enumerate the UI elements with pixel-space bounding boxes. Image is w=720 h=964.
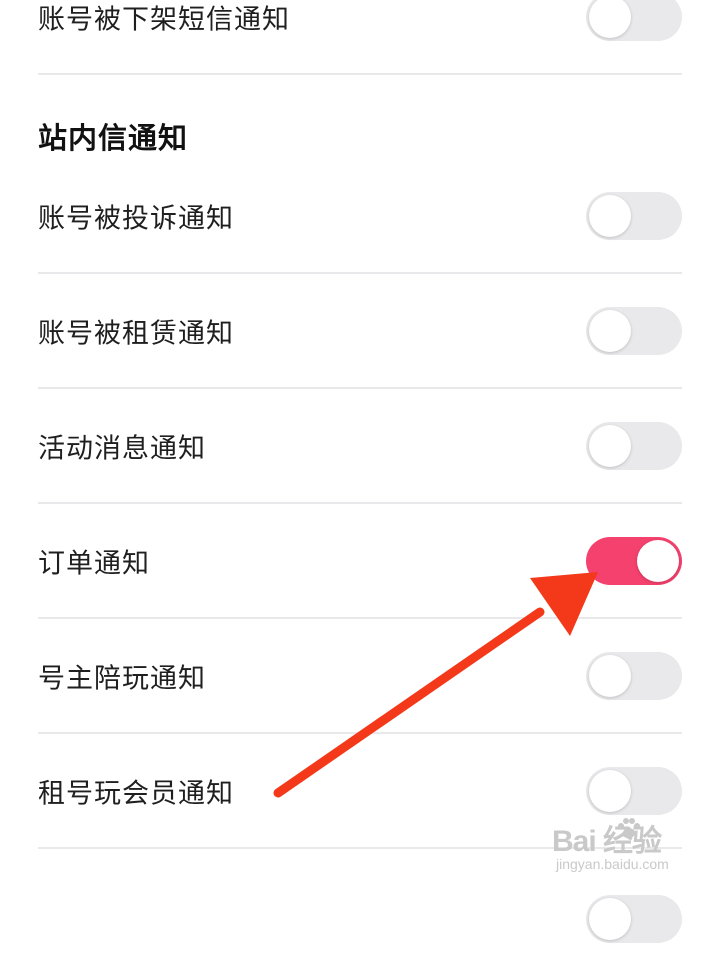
- setting-row-owner-playmate: 号主陪玩通知: [38, 619, 682, 734]
- toggle-switch[interactable]: [586, 895, 682, 943]
- setting-row-delisted-sms: 账号被下架短信通知: [38, 0, 682, 75]
- toggle-switch[interactable]: [586, 306, 682, 355]
- paw-icon: [618, 818, 640, 838]
- toggle-knob: [589, 0, 631, 38]
- watermark-sub: jingyan.baidu.com: [556, 856, 669, 872]
- setting-row-complaint: 账号被投诉通知: [38, 159, 682, 274]
- setting-label: 号主陪玩通知: [38, 663, 206, 694]
- toggle-switch[interactable]: [586, 651, 682, 700]
- toggle-switch[interactable]: [586, 191, 682, 240]
- toggle-knob: [589, 769, 631, 812]
- toggle-knob: [637, 539, 679, 582]
- toggle-knob: [589, 424, 631, 467]
- toggle-knob: [589, 654, 631, 697]
- toggle-knob: [589, 194, 631, 237]
- setting-row-rented: 账号被租赁通知: [38, 274, 682, 389]
- setting-label: 租号玩会员通知: [38, 778, 234, 809]
- setting-label: 账号被租赁通知: [38, 318, 234, 349]
- toggle-switch[interactable]: [586, 0, 682, 41]
- setting-label: 账号被下架短信通知: [38, 4, 290, 35]
- setting-label: 订单通知: [38, 548, 150, 579]
- toggle-knob: [589, 309, 631, 352]
- toggle-switch[interactable]: [586, 536, 682, 585]
- section-title-site-messages: 站内信通知: [38, 121, 189, 155]
- setting-row-order: 订单通知: [38, 504, 682, 619]
- watermark-main: Bai 经验: [552, 825, 662, 858]
- toggle-knob: [589, 898, 631, 940]
- setting-label: 账号被投诉通知: [38, 203, 234, 234]
- toggle-switch[interactable]: [586, 421, 682, 470]
- setting-row-activity: 活动消息通知: [38, 389, 682, 504]
- baidu-watermark: Bai 经验 jingyan.baidu.com: [552, 814, 702, 880]
- toggle-switch[interactable]: [586, 766, 682, 815]
- setting-label: 活动消息通知: [38, 433, 206, 464]
